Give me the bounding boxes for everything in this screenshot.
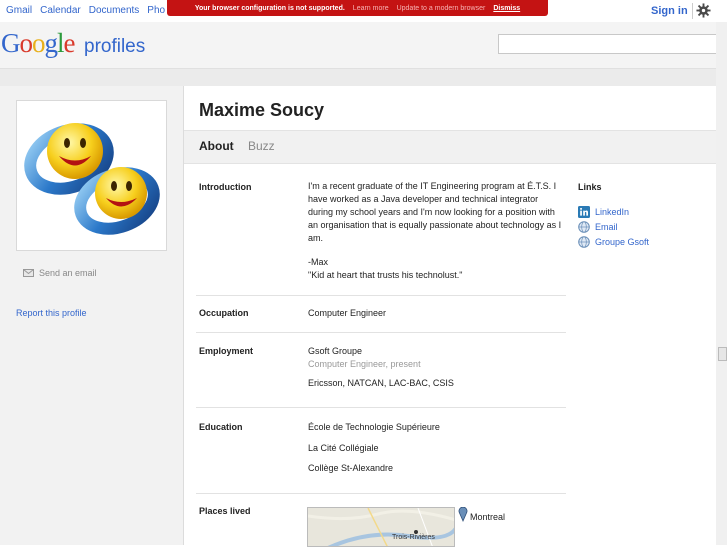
envelope-icon [23, 269, 34, 277]
education-item: Collège St-Alexandre [308, 463, 394, 473]
introduction-quote: "Kid at heart that trusts his technolust… [308, 270, 463, 280]
link-groupe-gsoft[interactable]: Groupe Gsoft [578, 236, 649, 248]
product-name: profiles [84, 36, 146, 57]
tab-about[interactable]: About [199, 139, 234, 153]
profile-tabs: About Buzz [184, 130, 727, 164]
gear-icon [696, 3, 711, 18]
employer-name: Gsoft Groupe [308, 346, 363, 356]
introduction-label: Introduction [199, 182, 252, 192]
map-image [308, 508, 454, 546]
report-profile-link[interactable]: Report this profile [16, 308, 87, 318]
nav-calendar[interactable]: Calendar [40, 5, 81, 16]
globe-icon [578, 221, 590, 233]
avatar-image [24, 123, 160, 235]
linkedin-icon [578, 206, 590, 218]
profile-photo [16, 100, 167, 251]
place-name[interactable]: Montreal [470, 512, 505, 522]
left-sidebar: Send an email Report this profile [0, 86, 184, 545]
divider [196, 407, 566, 408]
send-email-label: Send an email [39, 268, 97, 278]
profile-name: Maxime Soucy [199, 100, 325, 120]
education-item: La Cité Collégiale [308, 443, 379, 453]
nav-gmail[interactable]: Gmail [6, 5, 32, 16]
warning-message: Your browser configuration is not suppor… [194, 4, 345, 12]
occupation-value: Computer Engineer [308, 308, 387, 318]
learn-more-link[interactable]: Learn more [353, 5, 389, 12]
links-heading: Links [578, 182, 602, 192]
places-map[interactable]: Trois-Rivières [307, 507, 455, 547]
map-pin-icon [458, 507, 468, 522]
settings-button[interactable] [692, 3, 714, 19]
places-label: Places lived [199, 506, 251, 516]
introduction-text: I'm a recent graduate of the IT Engineer… [308, 181, 562, 243]
top-nav: Gmail Calendar Documents Pho [6, 5, 165, 16]
link-email[interactable]: Email [578, 221, 618, 233]
divider [196, 493, 566, 494]
header: Google profiles [0, 22, 727, 69]
nav-photos[interactable]: Pho [147, 5, 165, 16]
tab-buzz[interactable]: Buzz [248, 139, 275, 153]
link-linkedin[interactable]: LinkedIn [578, 206, 629, 218]
update-browser-link[interactable]: Update to a modern browser [397, 5, 486, 12]
scrollbar[interactable] [716, 22, 727, 545]
divider [196, 332, 566, 333]
globe-icon [578, 236, 590, 248]
header-band [0, 69, 727, 86]
map-city-label: Trois-Rivières [392, 534, 435, 541]
send-email-button[interactable]: Send an email [23, 268, 97, 278]
employment-other: Ericsson, NATCAN, LAC-BAC, CSIS [308, 378, 454, 388]
top-bar: Gmail Calendar Documents Pho Your browse… [0, 0, 727, 22]
education-item: École de Technologie Supérieure [308, 422, 440, 432]
sign-in-link[interactable]: Sign in [651, 5, 688, 17]
scrollbar-grip[interactable] [718, 347, 727, 361]
dismiss-link[interactable]: Dismiss [493, 5, 520, 12]
google-logo[interactable]: Google [1, 28, 75, 59]
nav-documents[interactable]: Documents [89, 5, 140, 16]
employer-role: Computer Engineer, present [308, 359, 421, 369]
education-label: Education [199, 422, 243, 432]
occupation-label: Occupation [199, 308, 249, 318]
browser-warning-banner: Your browser configuration is not suppor… [167, 0, 548, 16]
search-input[interactable] [498, 34, 727, 54]
divider [196, 295, 566, 296]
employment-label: Employment [199, 346, 254, 356]
introduction-signature: -Max [308, 257, 328, 267]
